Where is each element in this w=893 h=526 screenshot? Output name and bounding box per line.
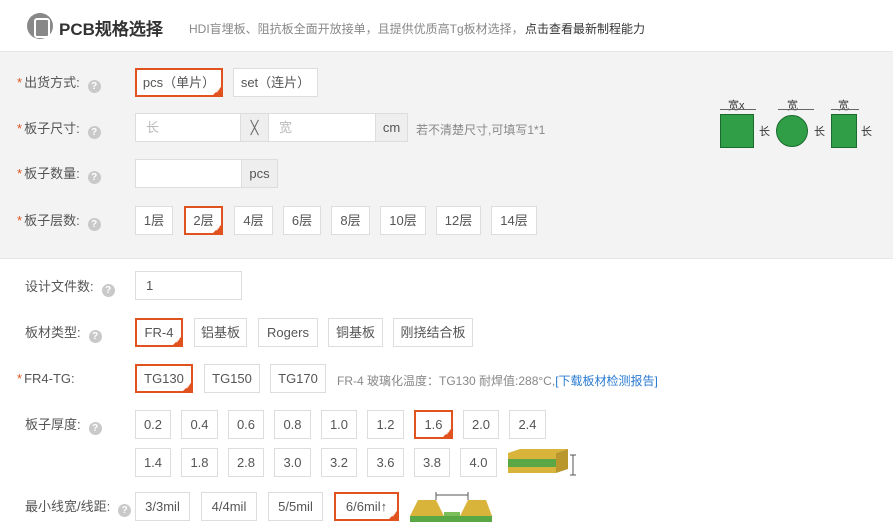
thickness-option[interactable]: 3.2	[321, 448, 357, 477]
help-icon[interactable]: ?	[87, 126, 101, 139]
length-input[interactable]: 长	[135, 113, 241, 142]
thickness-option[interactable]: 3.8	[414, 448, 450, 477]
board-thickness-diagram	[508, 449, 576, 476]
design-files-label: 设计文件数:?	[25, 277, 115, 297]
layer-option[interactable]: 4层	[234, 206, 273, 235]
tg-option[interactable]: TG170	[270, 364, 326, 393]
help-icon[interactable]: ?	[87, 171, 101, 184]
qty-label: * 板子数量:?	[17, 164, 101, 184]
ship-option-set[interactable]: set（连片）	[233, 68, 318, 97]
size-label: * 板子尺寸:?	[17, 119, 101, 139]
required-mark: *	[17, 166, 23, 181]
help-icon[interactable]: ?	[87, 80, 101, 93]
pcb-panel-icon	[831, 114, 857, 148]
thickness-option[interactable]: 1.2	[367, 410, 404, 439]
help-icon[interactable]: ?	[87, 218, 101, 231]
ship-label: * 出货方式:?	[17, 73, 101, 93]
trace-spacing-diagram	[410, 492, 492, 522]
trace-option[interactable]: 6/6mil↑	[334, 492, 399, 521]
help-icon[interactable]: ?	[101, 284, 115, 297]
thickness-option[interactable]: 0.6	[228, 410, 264, 439]
page-title: PCB规格选择	[59, 20, 163, 39]
tg-hint: FR-4 玻璃化温度：TG130 耐焊值:288°C,[下载板材检测报告]	[337, 374, 658, 388]
required-mark: *	[17, 371, 23, 386]
thickness-option[interactable]: 3.6	[367, 448, 404, 477]
layer-option[interactable]: 14层	[491, 206, 537, 235]
header-description: HDI盲埋板、阻抗板全面开放接单，且提供优质高Tg板材选择，	[189, 22, 524, 36]
material-option[interactable]: 铝基板	[194, 318, 247, 347]
logo-icon	[27, 13, 53, 39]
layer-option[interactable]: 8层	[331, 206, 370, 235]
page-header: PCB规格选择 HDI盲埋板、阻抗板全面开放接单，且提供优质高Tg板材选择， 点…	[0, 0, 893, 52]
thickness-option[interactable]: 1.6	[414, 410, 453, 439]
size-hint: 若不清楚尺寸,可填写1*1	[416, 123, 546, 137]
thickness-option[interactable]: 4.0	[460, 448, 497, 477]
size-unit: cm	[375, 113, 408, 142]
times-sign: ╳	[240, 113, 269, 142]
thickness-option[interactable]: 2.8	[228, 448, 264, 477]
layer-option[interactable]: 1层	[135, 206, 173, 235]
thickness-option[interactable]: 0.8	[274, 410, 311, 439]
material-option[interactable]: 铜基板	[328, 318, 383, 347]
material-option[interactable]: Rogers	[258, 318, 318, 347]
design-files-input[interactable]: 1	[135, 271, 242, 300]
thickness-option[interactable]: 1.0	[321, 410, 357, 439]
help-icon[interactable]: ?	[88, 330, 102, 343]
board-size-diagram: 宽x 宽 宽 长 长 长	[718, 96, 878, 156]
thickness-option[interactable]: 0.2	[135, 410, 171, 439]
layer-option[interactable]: 10层	[380, 206, 426, 235]
tg-label: * FR4-TG:	[17, 371, 75, 386]
width-input[interactable]: 宽	[268, 113, 376, 142]
process-capability-link[interactable]: 点击查看最新制程能力	[525, 20, 645, 37]
trace-option[interactable]: 5/5mil	[268, 492, 323, 521]
help-icon[interactable]: ?	[88, 422, 102, 435]
thickness-option[interactable]: 2.0	[463, 410, 499, 439]
trace-option[interactable]: 4/4mil	[201, 492, 257, 521]
required-mark: *	[17, 75, 23, 90]
qty-unit: pcs	[241, 159, 278, 188]
thickness-option[interactable]: 0.4	[181, 410, 218, 439]
trace-label: 最小线宽/线距:?	[25, 497, 132, 517]
thickness-option[interactable]: 1.4	[135, 448, 171, 477]
help-icon[interactable]: ?	[118, 504, 132, 517]
layer-option[interactable]: 6层	[283, 206, 321, 235]
layers-label: * 板子层数:?	[17, 211, 101, 231]
ship-option-pcs[interactable]: pcs（单片）	[135, 68, 223, 97]
thickness-label: 板子厚度:?	[25, 415, 102, 435]
required-mark: *	[17, 213, 23, 228]
pcb-round-icon	[776, 115, 808, 147]
quantity-input[interactable]	[135, 159, 242, 188]
download-report-link[interactable]: [下载板材检测报告]	[555, 374, 658, 388]
thickness-option[interactable]: 2.4	[509, 410, 546, 439]
required-mark: *	[17, 121, 23, 136]
trace-option[interactable]: 3/3mil	[135, 492, 190, 521]
tg-option[interactable]: TG130	[135, 364, 193, 393]
pcb-square-icon	[720, 114, 754, 148]
material-label: 板材类型:?	[25, 323, 102, 343]
layer-option[interactable]: 2层	[184, 206, 223, 235]
material-option[interactable]: FR-4	[135, 318, 183, 347]
layer-option[interactable]: 12层	[436, 206, 481, 235]
tg-option[interactable]: TG150	[204, 364, 260, 393]
material-option[interactable]: 刚挠结合板	[393, 318, 473, 347]
thickness-option[interactable]: 3.0	[274, 448, 311, 477]
thickness-option[interactable]: 1.8	[181, 448, 218, 477]
